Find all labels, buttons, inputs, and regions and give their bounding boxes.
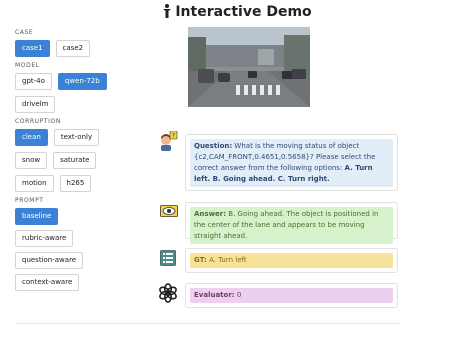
evaluator-score: 0 — [236, 291, 242, 299]
prompt-option-question-aware[interactable]: question-aware — [15, 252, 84, 269]
corruption-options: clean text-only snow saturate motion h26… — [15, 129, 133, 192]
gt-label: GT: — [194, 256, 207, 264]
corruption-section-label: CORRUPTION — [15, 118, 61, 125]
eye-icon — [160, 205, 178, 217]
footer-divider — [15, 323, 400, 324]
prompt-options: baseline rubric-aware question-aware con… — [15, 208, 133, 291]
answer-box: Answer: B. Going ahead. The object is po… — [190, 207, 393, 244]
question-user-icon: ? — [161, 131, 178, 151]
corruption-option-text-only[interactable]: text-only — [53, 129, 100, 146]
case-option-case2[interactable]: case2 — [55, 40, 91, 57]
person-icon — [163, 4, 172, 18]
gt-card: GT: A. Turn left — [185, 248, 398, 273]
model-option-gpt-4o[interactable]: gpt-4o — [15, 73, 52, 90]
model-options: gpt-4o qwen-72b drivelm — [15, 73, 133, 113]
prompt-option-baseline[interactable]: baseline — [15, 208, 59, 225]
page-title-text: Interactive Demo — [175, 4, 312, 20]
corruption-option-snow[interactable]: snow — [15, 152, 48, 169]
evaluator-label: Evaluator: — [194, 291, 235, 299]
gt-text: A. Turn left — [209, 256, 247, 264]
page-title: Interactive Demo — [0, 4, 474, 20]
answer-card: Answer: B. Going ahead. The object is po… — [185, 202, 398, 244]
svg-text:?: ? — [172, 133, 175, 140]
gt-box: GT: A. Turn left — [190, 253, 393, 268]
model-section-label: MODEL — [15, 62, 40, 69]
question-box: Question: What is the moving status of o… — [190, 139, 393, 187]
openai-icon — [159, 283, 177, 303]
question-label: Question: — [194, 142, 233, 150]
prompt-option-rubric-aware[interactable]: rubric-aware — [15, 230, 74, 247]
corruption-option-clean[interactable]: clean — [15, 129, 48, 146]
answer-label: Answer: — [194, 210, 227, 218]
case-options: case1 case2 — [15, 40, 133, 57]
list-icon — [160, 250, 176, 266]
sidebar: CASE case1 case2 MODEL gpt-4o qwen-72b d… — [15, 28, 165, 295]
prompt-section-label: PROMPT — [15, 197, 44, 204]
corruption-option-h265[interactable]: h265 — [59, 175, 92, 192]
question-card: Question: What is the moving status of o… — [185, 134, 398, 191]
case-option-case1[interactable]: case1 — [15, 40, 50, 57]
model-option-drivelm[interactable]: drivelm — [15, 96, 56, 113]
evaluator-box: Evaluator: 0 — [190, 288, 393, 303]
camera-image — [188, 27, 310, 107]
corruption-option-saturate[interactable]: saturate — [53, 152, 97, 169]
corruption-option-motion[interactable]: motion — [15, 175, 54, 192]
model-option-qwen-72b[interactable]: qwen-72b — [57, 73, 107, 90]
case-section-label: CASE — [15, 29, 34, 36]
evaluator-card: Evaluator: 0 — [185, 283, 398, 308]
prompt-option-context-aware[interactable]: context-aware — [15, 274, 80, 291]
